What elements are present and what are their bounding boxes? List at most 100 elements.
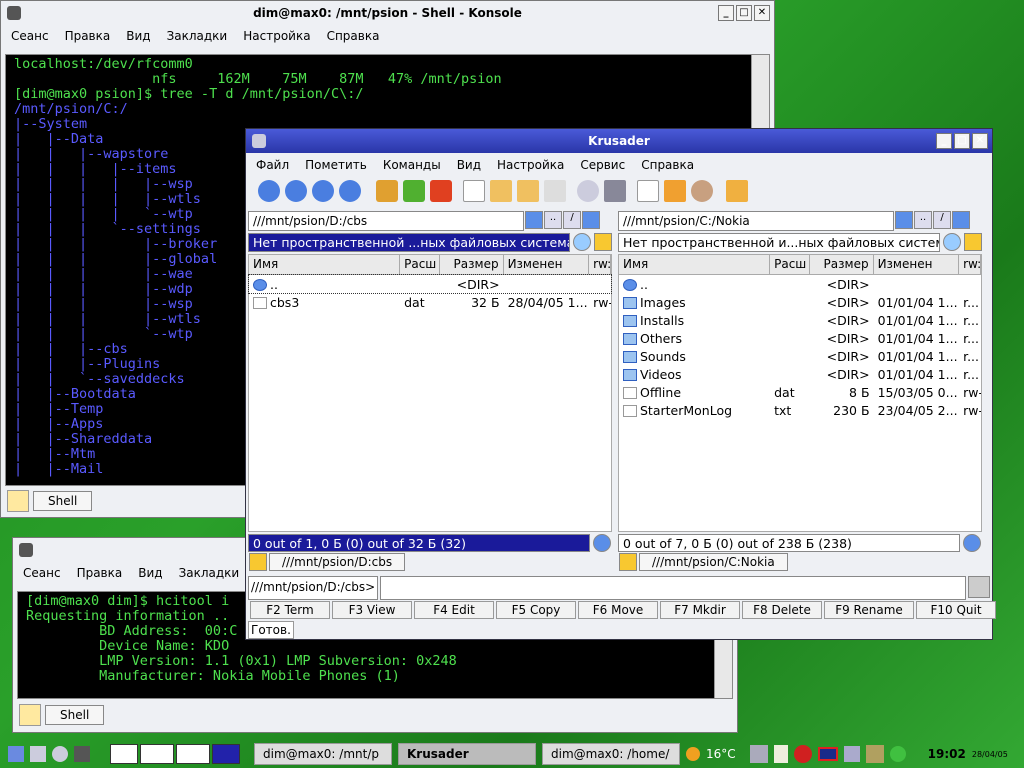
- column-header[interactable]: rw:: [589, 255, 612, 274]
- menu-item[interactable]: Сервис: [580, 158, 625, 172]
- tab-shell[interactable]: Shell: [45, 705, 105, 725]
- favorites-star-icon[interactable]: [594, 233, 612, 251]
- browser-icon[interactable]: [52, 746, 68, 762]
- terminal-toggle-icon[interactable]: [968, 576, 990, 598]
- menu-item[interactable]: Вид: [457, 158, 481, 172]
- menu-item[interactable]: Сеанс: [23, 566, 61, 580]
- fkey-button-5[interactable]: F5 Copy: [496, 601, 576, 619]
- menu-item[interactable]: Правка: [65, 29, 111, 43]
- history-icon[interactable]: [573, 233, 591, 251]
- fkey-button-4[interactable]: F4 Edit: [414, 601, 494, 619]
- column-header[interactable]: Имя: [619, 255, 771, 274]
- title-bar[interactable]: Krusader _ □ ✕: [246, 129, 992, 153]
- path-input[interactable]: ///mnt/psion/D:/cbs: [248, 211, 524, 231]
- minimize-button[interactable]: _: [936, 133, 952, 149]
- file-row[interactable]: Sounds <DIR> 01/01/04 1... r...: [619, 347, 981, 365]
- mount-icon[interactable]: [604, 180, 626, 202]
- file-row[interactable]: Videos <DIR> 01/01/04 1... r...: [619, 365, 981, 383]
- menu-item[interactable]: Команды: [383, 158, 441, 172]
- fkey-button-8[interactable]: F8 Delete: [742, 601, 822, 619]
- file-row[interactable]: .. <DIR>: [248, 274, 612, 294]
- title-bar[interactable]: dim@max0: /mnt/psion - Shell - Konsole _…: [1, 1, 774, 25]
- column-header[interactable]: Изменен: [504, 255, 590, 274]
- fkey-button-6[interactable]: F6 Move: [578, 601, 658, 619]
- favorites-star-icon[interactable]: [249, 553, 267, 571]
- menu-item[interactable]: Справка: [641, 158, 694, 172]
- terminal-icon[interactable]: [74, 746, 90, 762]
- menu-item[interactable]: Файл: [256, 158, 289, 172]
- bookmarks-button[interactable]: [895, 211, 913, 229]
- tray-battery-icon[interactable]: [749, 745, 768, 763]
- check-icon[interactable]: [403, 180, 425, 202]
- new-file-icon[interactable]: [463, 180, 485, 202]
- tray-klipper-icon[interactable]: [773, 745, 788, 763]
- parent-dir-button[interactable]: ..: [914, 211, 932, 229]
- clock[interactable]: 19:02: [928, 747, 966, 761]
- desktop-1[interactable]: [110, 744, 138, 764]
- tray-keyboard-flag-icon[interactable]: [817, 747, 838, 761]
- maximize-button[interactable]: □: [736, 5, 752, 21]
- path-input[interactable]: ///mnt/psion/C:/Nokia: [618, 211, 894, 231]
- weather-icon[interactable]: [686, 747, 700, 761]
- menu-item[interactable]: Вид: [126, 29, 150, 43]
- fkey-button-7[interactable]: F7 Mkdir: [660, 601, 740, 619]
- menu-item[interactable]: Настройка: [243, 29, 310, 43]
- desktop-4[interactable]: [212, 744, 240, 764]
- tab-shell[interactable]: Shell: [33, 491, 93, 511]
- minimize-button[interactable]: _: [718, 5, 734, 21]
- menu-item[interactable]: Пометить: [305, 158, 367, 172]
- new-session-icon[interactable]: [7, 490, 29, 512]
- column-header[interactable]: Размер: [810, 255, 874, 274]
- k-menu-icon[interactable]: [8, 746, 24, 762]
- root-dir-button[interactable]: /: [563, 211, 581, 229]
- sync-dir-button[interactable]: [582, 211, 600, 229]
- parent-dir-button[interactable]: ..: [544, 211, 562, 229]
- file-row[interactable]: Offline dat 8 Б 15/03/05 0... rw-: [619, 383, 981, 401]
- tray-icq-icon[interactable]: [889, 746, 906, 762]
- refresh-icon[interactable]: [593, 534, 611, 552]
- command-input[interactable]: [380, 576, 966, 600]
- menu-item[interactable]: Настройка: [497, 158, 564, 172]
- root-icon[interactable]: [691, 180, 713, 202]
- up-icon[interactable]: [285, 180, 307, 202]
- copy-icon[interactable]: [490, 180, 512, 202]
- column-header[interactable]: Расш: [400, 255, 440, 274]
- new-session-icon[interactable]: [19, 704, 41, 726]
- column-header[interactable]: Расш: [770, 255, 810, 274]
- close-button[interactable]: ✕: [972, 133, 988, 149]
- column-header[interactable]: rw:: [959, 255, 982, 274]
- fkey-button-9[interactable]: F9 Rename: [824, 601, 914, 619]
- sync-icon[interactable]: [664, 180, 686, 202]
- search-icon[interactable]: [577, 180, 599, 202]
- tray-app-icon[interactable]: [865, 745, 884, 763]
- file-list[interactable]: .. <DIR> cbs3 dat 32 Б 28/04/05 1... rw-: [248, 274, 612, 532]
- terminal-icon[interactable]: [637, 180, 659, 202]
- refresh-icon[interactable]: [963, 534, 981, 552]
- fkey-button-10[interactable]: F10 Quit: [916, 601, 996, 619]
- select-icon[interactable]: [376, 180, 398, 202]
- bookmarks-button[interactable]: [525, 211, 543, 229]
- home-icon[interactable]: [30, 746, 46, 762]
- panel-tab[interactable]: ///mnt/psion/D:cbs: [269, 553, 406, 571]
- maximize-button[interactable]: □: [954, 133, 970, 149]
- file-row[interactable]: StarterMonLog txt 230 Б 23/04/05 2... rw-: [619, 401, 981, 419]
- favorites-star-icon[interactable]: [619, 553, 637, 571]
- move-icon[interactable]: [517, 180, 539, 202]
- file-row[interactable]: .. <DIR>: [619, 275, 981, 293]
- task-krusader[interactable]: Krusader: [398, 743, 536, 765]
- menu-item[interactable]: Сеанс: [11, 29, 49, 43]
- fkey-button-3[interactable]: F3 View: [332, 601, 412, 619]
- desktop-3[interactable]: [176, 744, 210, 764]
- root-dir-button[interactable]: /: [933, 211, 951, 229]
- file-row[interactable]: cbs3 dat 32 Б 28/04/05 1... rw-: [249, 293, 611, 311]
- column-header[interactable]: Размер: [440, 255, 504, 274]
- file-list[interactable]: .. <DIR> Images <DIR> 01/01/04 1... r... Insta…: [618, 275, 982, 532]
- tray-alert-icon[interactable]: [793, 745, 812, 763]
- reload-icon[interactable]: [339, 180, 361, 202]
- task-konsole-2[interactable]: dim@max0: /home/: [542, 743, 680, 765]
- back-icon[interactable]: [258, 180, 280, 202]
- panel-tab[interactable]: ///mnt/psion/C:Nokia: [639, 553, 788, 571]
- column-header[interactable]: Имя: [249, 255, 401, 274]
- menu-item[interactable]: Справка: [327, 29, 380, 43]
- file-row[interactable]: Others <DIR> 01/01/04 1... r...: [619, 329, 981, 347]
